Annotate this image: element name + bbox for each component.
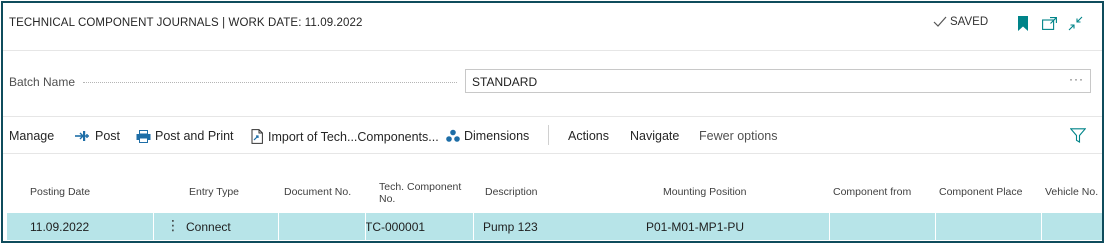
post-and-print-label: Post and Print [155, 129, 234, 143]
import-button[interactable]: Import of Tech...Components... [251, 129, 439, 144]
cell-posting-date[interactable]: 11.09.2022 [30, 220, 89, 234]
column-header-mounting-position[interactable]: Mounting Position [663, 186, 746, 198]
cell-mounting-position[interactable]: P01-M01-MP1-PU [646, 220, 744, 234]
column-separator [1041, 213, 1042, 240]
cell-tech-component-no[interactable]: TC-000001 [365, 220, 425, 234]
post-label: Post [95, 129, 121, 143]
column-header-document-no[interactable]: Document No. [284, 186, 351, 198]
open-new-window-icon[interactable] [1040, 14, 1058, 32]
divider [3, 116, 1102, 117]
column-separator [935, 213, 936, 240]
column-separator [153, 213, 154, 240]
batch-name-field[interactable]: STANDARD ··· [465, 69, 1091, 93]
fewer-options-label: Fewer options [699, 129, 778, 143]
page-frame: TECHNICAL COMPONENT JOURNALS | WORK DATE… [1, 1, 1104, 243]
saved-label: SAVED [950, 16, 989, 28]
bookmark-icon[interactable] [1014, 14, 1032, 32]
column-separator [278, 213, 279, 240]
actions-label: Actions [568, 129, 609, 143]
divider [3, 153, 1102, 154]
post-and-print-button[interactable]: Post and Print [136, 129, 234, 143]
column-separator [829, 213, 830, 240]
manage-label: Manage [9, 129, 55, 143]
column-header-entry-type[interactable]: Entry Type [189, 186, 239, 198]
actions-menu[interactable]: Actions [568, 129, 609, 143]
column-header-vehicle-no[interactable]: Vehicle No. [1045, 186, 1098, 198]
checkmark-icon [933, 16, 947, 27]
row-menu-icon[interactable]: ⋮ [166, 217, 180, 233]
action-separator [548, 125, 549, 145]
column-separator [365, 213, 366, 240]
cell-description[interactable]: Pump 123 [483, 220, 538, 234]
column-header-description[interactable]: Description [485, 186, 538, 198]
dimensions-button[interactable]: Dimensions [446, 129, 529, 143]
column-header-tech-component-no[interactable]: Tech. Component No. [379, 181, 461, 205]
saved-status: SAVED [933, 16, 988, 28]
import-label: Import of Tech...Components... [268, 129, 439, 144]
column-header-tech-component-line1: Tech. Component [379, 181, 462, 193]
filter-icon[interactable] [1069, 128, 1087, 148]
post-button[interactable]: Post [75, 129, 120, 143]
cell-entry-type[interactable]: Connect [186, 220, 231, 234]
batch-name-label: Batch Name [9, 75, 76, 89]
manage-menu[interactable]: Manage [9, 129, 54, 143]
batch-name-value: STANDARD [472, 75, 538, 89]
fewer-options-button[interactable]: Fewer options [699, 129, 778, 143]
navigate-label: Navigate [630, 129, 680, 143]
batch-name-lookup-button[interactable]: ··· [1069, 72, 1084, 86]
page-title: TECHNICAL COMPONENT JOURNALS | WORK DATE… [9, 17, 363, 29]
import-document-icon [251, 129, 263, 144]
table-row[interactable]: 11.09.2022 ⋮ Connect TC-000001 Pump 123 … [7, 213, 1102, 240]
batch-name-leader [83, 82, 457, 83]
collapse-icon[interactable] [1066, 14, 1084, 32]
column-header-tech-component-line2: No. [379, 193, 396, 205]
post-icon [75, 131, 89, 141]
dimensions-icon [446, 129, 460, 142]
printer-icon [136, 129, 151, 143]
dimensions-label: Dimensions [464, 129, 530, 143]
column-header-posting-date[interactable]: Posting Date [30, 186, 90, 198]
divider [3, 50, 1102, 51]
navigate-menu[interactable]: Navigate [630, 129, 679, 143]
action-bar: Manage Post Post and Print Import of Tec… [3, 121, 1102, 153]
column-header-component-place[interactable]: Component Place [939, 186, 1022, 198]
column-header-component-from[interactable]: Component from [833, 186, 911, 198]
page-header: TECHNICAL COMPONENT JOURNALS | WORK DATE… [3, 3, 1102, 47]
column-separator [473, 213, 474, 240]
